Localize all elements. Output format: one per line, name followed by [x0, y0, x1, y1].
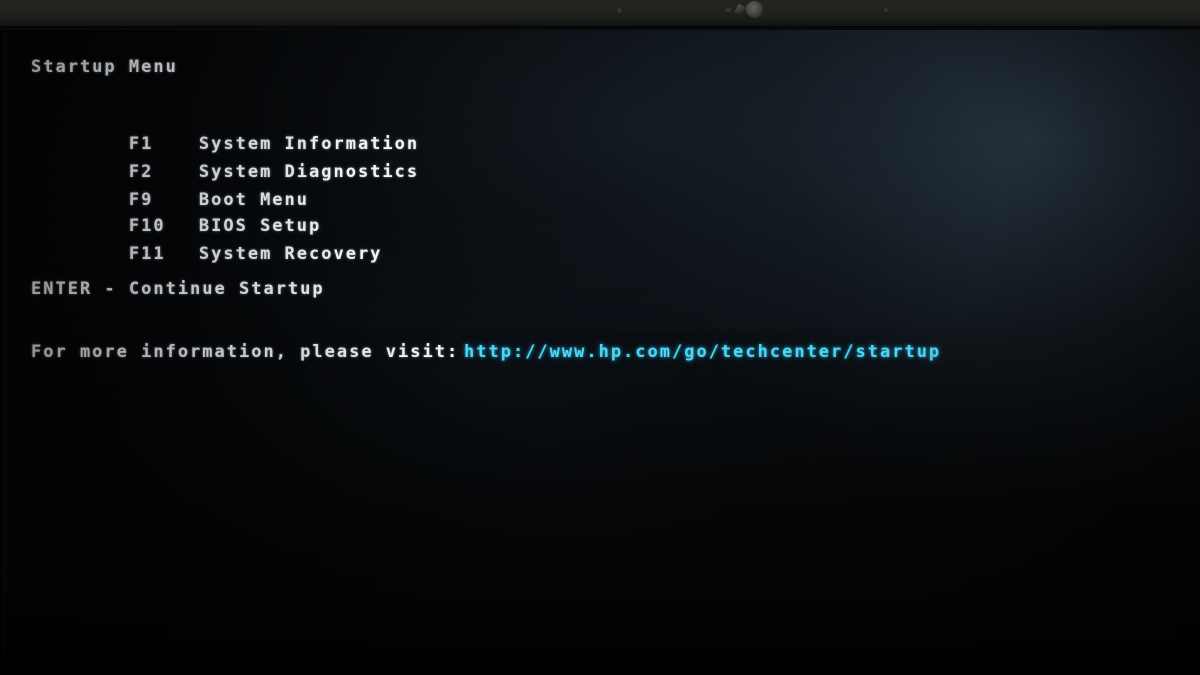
microphone-pinhole-left — [617, 8, 622, 13]
webcam-lens — [746, 1, 763, 18]
lcd-screen: Startup Menu F1System Information F2Syst… — [0, 30, 1200, 675]
microphone-pinhole-mid — [725, 8, 731, 12]
screen-edge-left — [0, 30, 7, 675]
laptop-photo: Startup Menu F1System Information F2Syst… — [0, 0, 1200, 675]
laptop-top-bezel — [0, 0, 1200, 28]
screen-edge-bottom — [0, 585, 1200, 675]
microphone-pinhole-right — [884, 8, 888, 12]
screen-vignette — [0, 30, 1200, 675]
